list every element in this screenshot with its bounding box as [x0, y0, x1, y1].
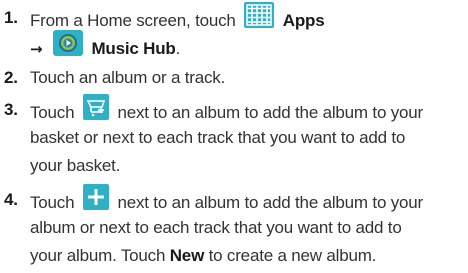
instructions-page: 1. From a Home screen, touch Apps → Musi…	[0, 0, 468, 273]
step-number: 3.	[4, 100, 18, 119]
new-label: New	[169, 246, 205, 265]
step-line: Touch an album or a track.	[30, 64, 225, 92]
step-line: basket or next to each track that you wa…	[30, 124, 405, 152]
music-hub-label: Music Hub	[91, 38, 176, 58]
step-text: .	[175, 38, 181, 58]
step-line: album or next to each track that you wan…	[30, 214, 402, 242]
step-line: your basket.	[30, 152, 120, 180]
step-text: basket or next to each track that you wa…	[30, 128, 406, 147]
arrow-right-icon: →	[30, 39, 43, 58]
step-line: → Music Hub.	[30, 30, 181, 67]
step-4: 4. Touch next to an album to add the alb…	[0, 184, 468, 270]
step-text: From a Home screen, touch	[30, 10, 236, 30]
step-text: your basket.	[30, 156, 121, 175]
step-2: 2. Touch an album or a track.	[0, 64, 468, 92]
step-text: album or next to each track that you wan…	[30, 218, 402, 237]
step-1: 1. From a Home screen, touch Apps → Musi…	[0, 2, 468, 60]
step-text: Touch	[30, 102, 75, 122]
step-number: 2.	[4, 68, 18, 87]
step-number: 4.	[4, 190, 18, 209]
step-3: 3. Touch next to an album to add the alb…	[0, 94, 468, 180]
step-number: 1.	[4, 8, 18, 27]
step-line: your album. Touch New to create a new al…	[30, 242, 376, 270]
step-text: to create a new album.	[208, 246, 377, 265]
step-text: Touch	[30, 192, 75, 212]
music-hub-icon	[52, 30, 83, 65]
step-text: your album. Touch	[30, 246, 166, 265]
step-text: Touch an album or a track.	[30, 68, 226, 87]
apps-label: Apps	[282, 10, 325, 30]
step-text: next to an album to add the album to you…	[117, 192, 423, 212]
apps-grid-icon	[244, 2, 275, 37]
step-text: next to an album to add the album to you…	[117, 102, 423, 122]
